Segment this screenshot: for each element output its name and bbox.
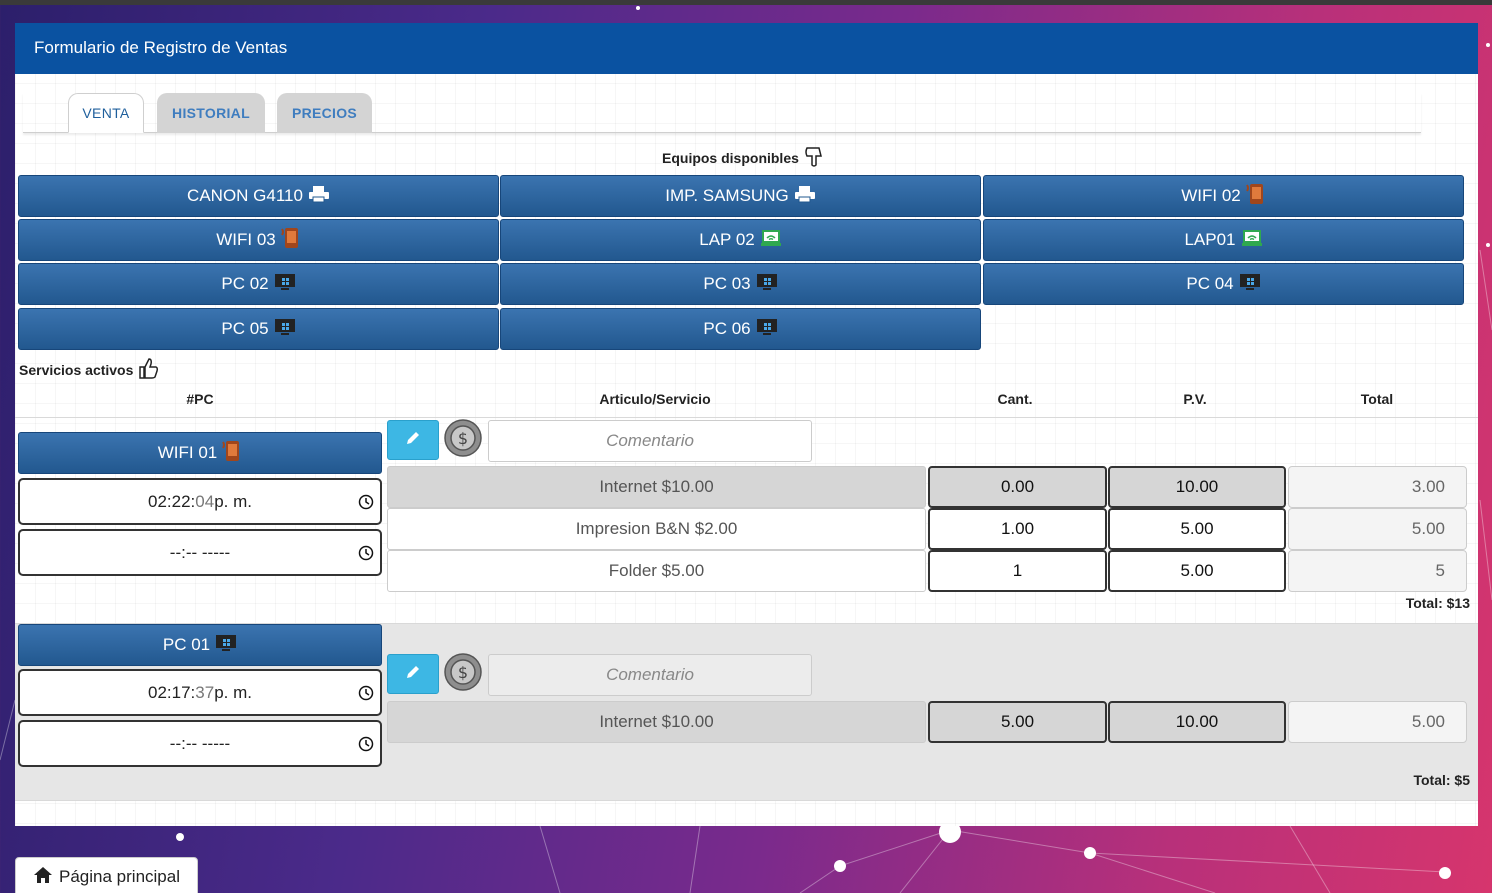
col-header-pc: #PC: [186, 391, 214, 407]
col-header-article: Articulo/Servicio: [599, 391, 711, 407]
service-pc-button[interactable]: WIFI 01: [18, 432, 382, 474]
services-title: Servicios activos: [19, 356, 159, 383]
qty-input[interactable]: 1.00: [928, 508, 1107, 550]
start-time-input[interactable]: 02:22: 04 p. m.: [18, 478, 382, 525]
payment-button[interactable]: $: [443, 418, 483, 462]
laptop-wifi-icon: [760, 229, 782, 252]
tab-historial[interactable]: HISTORIAL: [157, 93, 265, 133]
equip-button-pc-06[interactable]: PC 06: [500, 308, 981, 350]
monitor-icon: [215, 634, 237, 657]
price-input[interactable]: 5.00: [1108, 508, 1286, 550]
equip-button-lap01[interactable]: LAP01: [983, 219, 1464, 261]
sales-form-panel: Formulario de Registro de Ventas VENTA H…: [15, 23, 1478, 826]
home-icon: [33, 866, 53, 889]
pencil-icon: [404, 429, 422, 452]
price-input[interactable]: 5.00: [1108, 550, 1286, 592]
line-total: 5.00: [1288, 701, 1467, 743]
service-pc-button[interactable]: PC 01: [18, 624, 382, 666]
tab-venta[interactable]: VENTA: [68, 93, 144, 133]
payment-button[interactable]: $: [443, 652, 483, 696]
equip-button-wifi-02[interactable]: WIFI 02: [983, 175, 1464, 217]
entry-total: Total: $13: [1405, 595, 1470, 611]
phone-icon: [222, 440, 242, 467]
printer-icon: [794, 185, 816, 208]
price-input[interactable]: 10.00: [1108, 701, 1286, 743]
coin-dollar-icon: $: [444, 418, 482, 462]
clock-icon[interactable]: [358, 545, 374, 566]
tab-bar: VENTA HISTORIAL PRECIOS: [23, 93, 1421, 133]
end-time-input[interactable]: --:-- -----: [18, 529, 382, 576]
service-entry: WIFI 01 02:22: 04 p. m. --:-- ----- $ Com…: [15, 418, 1478, 623]
price-input[interactable]: 10.00: [1108, 466, 1286, 508]
laptop-wifi-icon: [1241, 229, 1263, 252]
comment-input[interactable]: Comentario: [488, 654, 812, 696]
clock-icon[interactable]: [358, 494, 374, 515]
start-time-input[interactable]: 02:17: 37 p. m.: [18, 669, 382, 716]
home-button[interactable]: Página principal: [15, 857, 198, 893]
qty-input[interactable]: 1: [928, 550, 1107, 592]
qty-input[interactable]: 0.00: [928, 466, 1107, 508]
line-total: 5: [1288, 550, 1467, 592]
equip-button-pc-03[interactable]: PC 03: [500, 263, 981, 305]
panel-header: Formulario de Registro de Ventas: [15, 23, 1478, 74]
line-total: 3.00: [1288, 466, 1467, 508]
equip-button-pc-04[interactable]: PC 04: [983, 263, 1464, 305]
printer-icon: [308, 185, 330, 208]
equip-button-imp-samsung[interactable]: IMP. SAMSUNG: [500, 175, 981, 217]
equip-button-wifi-03[interactable]: WIFI 03: [18, 219, 499, 261]
equip-button-pc-05[interactable]: PC 05: [18, 308, 499, 350]
monitor-icon: [756, 318, 778, 341]
phone-icon: [280, 227, 301, 254]
article-cell: Internet $10.00: [387, 466, 926, 508]
equip-button-canon-g4110[interactable]: CANON G4110: [18, 175, 499, 217]
hand-point-down-icon: [803, 144, 825, 171]
col-header-qty: Cant.: [997, 391, 1033, 407]
phone-icon: [1245, 183, 1266, 210]
line-total: 5.00: [1288, 508, 1467, 550]
edit-button[interactable]: [387, 654, 439, 694]
equipment-title: Equipos disponibles: [662, 144, 825, 171]
article-cell: Internet $10.00: [387, 701, 926, 743]
comment-input[interactable]: Comentario: [488, 420, 812, 462]
svg-text:$: $: [458, 429, 468, 448]
entry-total: Total: $5: [1413, 772, 1470, 788]
monitor-icon: [274, 273, 296, 296]
qty-input[interactable]: 5.00: [928, 701, 1107, 743]
tab-precios[interactable]: PRECIOS: [277, 93, 372, 133]
clock-icon[interactable]: [358, 685, 374, 706]
end-time-input[interactable]: --:-- -----: [18, 720, 382, 767]
coin-dollar-icon: $: [444, 652, 482, 696]
pencil-icon: [404, 663, 422, 686]
article-cell: Folder $5.00: [387, 550, 926, 592]
monitor-icon: [1239, 273, 1261, 296]
service-entry: PC 01 02:17: 37 p. m. --:-- ----- $ Comen…: [15, 624, 1478, 800]
equip-button-lap-02[interactable]: LAP 02: [500, 219, 981, 261]
page-title: Formulario de Registro de Ventas: [34, 38, 288, 57]
article-cell: Impresion B&N $2.00: [387, 508, 926, 550]
thumbs-up-icon: [137, 356, 159, 383]
entry-divider: [15, 800, 1478, 801]
equip-button-pc-02[interactable]: PC 02: [18, 263, 499, 305]
monitor-icon: [756, 273, 778, 296]
col-header-price: P.V.: [1183, 391, 1207, 407]
clock-icon[interactable]: [358, 736, 374, 757]
svg-text:$: $: [458, 663, 468, 682]
edit-button[interactable]: [387, 420, 439, 460]
monitor-icon: [274, 318, 296, 341]
col-header-total: Total: [1360, 391, 1394, 407]
